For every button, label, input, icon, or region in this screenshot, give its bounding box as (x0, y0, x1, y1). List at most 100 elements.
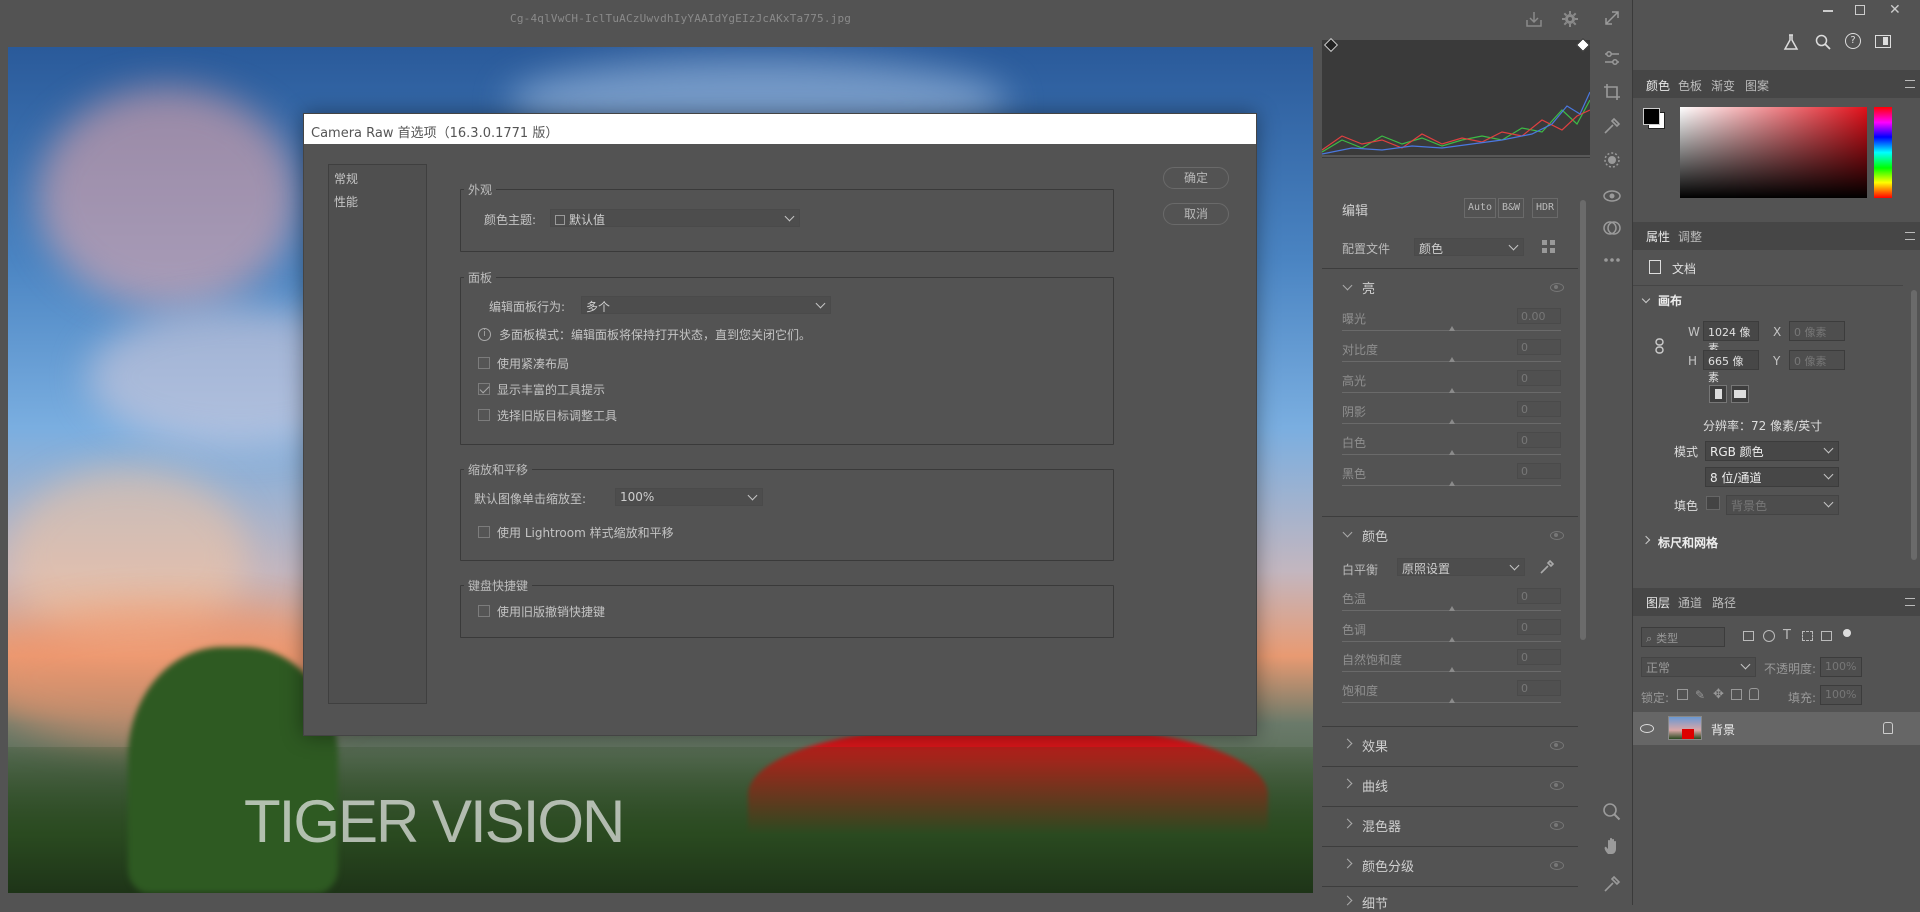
hue-slider[interactable] (1874, 107, 1892, 198)
mask-icon[interactable] (1602, 150, 1622, 170)
gear-icon[interactable] (1561, 10, 1579, 28)
eyedropper-icon[interactable] (1539, 559, 1555, 575)
smart-filter-icon[interactable] (1821, 631, 1832, 641)
tab-color[interactable]: 颜色 (1646, 77, 1670, 94)
slider-thumb[interactable] (1449, 606, 1455, 611)
filter-toggle-icon[interactable] (1843, 629, 1851, 637)
panel-menu-icon[interactable] (1905, 80, 1915, 88)
flask-icon[interactable] (1783, 34, 1799, 50)
eye-icon[interactable] (1550, 861, 1564, 870)
help-icon[interactable]: ? (1845, 33, 1861, 49)
save-icon[interactable] (1525, 10, 1543, 28)
layer-name[interactable]: 背景 (1711, 721, 1735, 738)
fill-opacity-input[interactable]: 100% (1820, 685, 1862, 705)
lock-image-icon[interactable]: ✎ (1695, 688, 1705, 702)
lock-artboard-icon[interactable] (1731, 689, 1742, 700)
bw-button[interactable]: B&W (1498, 198, 1525, 218)
chevron-right-icon[interactable] (1342, 818, 1353, 829)
chevron-right-icon[interactable] (1342, 778, 1353, 789)
color-sampler-icon[interactable] (1602, 874, 1622, 894)
tab-adjustments[interactable]: 调整 (1678, 228, 1702, 245)
eye-icon[interactable] (1550, 781, 1564, 790)
hdr-button[interactable]: HDR (1532, 198, 1559, 218)
cancel-button[interactable]: 取消 (1163, 203, 1229, 225)
mode-select[interactable]: RGB 颜色 (1705, 441, 1839, 461)
fill-swatch[interactable] (1706, 496, 1720, 510)
image-filter-icon[interactable] (1743, 631, 1754, 641)
chevron-down-icon[interactable] (1641, 294, 1651, 304)
profile-select[interactable]: 颜色 (1414, 238, 1524, 256)
nav-item-general[interactable]: 常规 (334, 170, 358, 187)
slider-thumb[interactable] (1449, 357, 1455, 362)
presets-icon[interactable] (1602, 218, 1622, 238)
section-title[interactable]: 颜色分级 (1362, 856, 1414, 875)
portrait-orientation-icon[interactable] (1709, 385, 1727, 403)
panel-menu-icon[interactable] (1905, 598, 1915, 606)
width-input[interactable]: 1024 像素 (1703, 321, 1759, 355)
auto-button[interactable]: Auto (1464, 198, 1497, 218)
more-icon[interactable] (1602, 250, 1622, 270)
workspace-icon[interactable] (1875, 35, 1891, 48)
tab-layers[interactable]: 图层 (1646, 594, 1670, 611)
depth-select[interactable]: 8 位/通道 (1705, 467, 1839, 487)
slider-thumb[interactable] (1449, 481, 1455, 486)
eye-icon[interactable] (1550, 531, 1564, 540)
wb-select[interactable]: 原照设置 (1397, 558, 1525, 576)
chevron-right-icon[interactable] (1641, 535, 1651, 545)
y-input[interactable]: 0 像素 (1789, 350, 1845, 370)
panel-scrollbar[interactable] (1580, 200, 1586, 640)
section-title[interactable]: 效果 (1362, 736, 1388, 755)
eye-icon[interactable] (1550, 821, 1564, 830)
adjustment-filter-icon[interactable] (1763, 630, 1775, 642)
eye-icon[interactable] (1550, 741, 1564, 750)
zoom-icon[interactable] (1602, 802, 1622, 822)
theme-select[interactable]: 默认值 (550, 209, 800, 227)
search-icon[interactable] (1815, 34, 1831, 50)
slider-value[interactable]: 0 (1517, 619, 1561, 635)
blend-mode-select[interactable]: 正常 (1641, 657, 1756, 677)
section-title[interactable]: 混色器 (1362, 816, 1401, 835)
tab-channels[interactable]: 通道 (1678, 594, 1702, 611)
slider-thumb[interactable] (1449, 450, 1455, 455)
light-title[interactable]: 亮 (1362, 278, 1375, 297)
redeye-icon[interactable] (1602, 186, 1622, 206)
profile-browser-icon[interactable] (1542, 240, 1556, 254)
color-field[interactable] (1680, 107, 1867, 198)
restore-icon[interactable] (1855, 5, 1865, 15)
tab-patterns[interactable]: 图案 (1745, 77, 1769, 94)
shape-filter-icon[interactable] (1802, 631, 1813, 641)
properties-scrollbar[interactable] (1911, 290, 1917, 560)
slider-value[interactable]: 0 (1517, 339, 1561, 355)
link-icon[interactable] (1655, 338, 1665, 354)
ok-button[interactable]: 确定 (1163, 167, 1229, 189)
heal-brush-icon[interactable] (1602, 116, 1622, 136)
close-icon[interactable]: ✕ (1889, 3, 1901, 17)
chevron-right-icon[interactable] (1342, 738, 1353, 749)
crop-icon[interactable] (1602, 82, 1622, 102)
tab-gradients[interactable]: 渐变 (1711, 77, 1735, 94)
slider-value[interactable]: 0.00 (1517, 308, 1561, 324)
canvas-section-title[interactable]: 画布 (1658, 292, 1682, 309)
edit-sliders-icon[interactable] (1602, 48, 1622, 68)
lock-pixels-icon[interactable] (1677, 689, 1688, 700)
hand-icon[interactable] (1602, 836, 1622, 856)
slider-thumb[interactable] (1449, 637, 1455, 642)
tooltips-checkbox[interactable] (478, 383, 490, 395)
panel-menu-icon[interactable] (1905, 232, 1915, 240)
slider-value[interactable]: 0 (1517, 370, 1561, 386)
lightroom-zoom-checkbox[interactable] (478, 526, 490, 538)
slider-value[interactable]: 0 (1517, 401, 1561, 417)
slider-value[interactable]: 0 (1517, 588, 1561, 604)
chevron-down-icon[interactable] (1342, 280, 1353, 291)
fill-select[interactable]: 背景色 (1726, 495, 1839, 515)
opacity-input[interactable]: 100% (1820, 657, 1862, 677)
height-input[interactable]: 665 像素 (1703, 350, 1759, 384)
expand-icon[interactable] (1602, 8, 1622, 28)
foreground-swatch[interactable] (1643, 108, 1660, 125)
behavior-select[interactable]: 多个 (581, 296, 831, 314)
section-title[interactable]: 细节 (1362, 893, 1388, 912)
minimize-icon[interactable] (1823, 10, 1833, 12)
tab-paths[interactable]: 路径 (1712, 594, 1736, 611)
section-title[interactable]: 曲线 (1362, 776, 1388, 795)
rulers-section-title[interactable]: 标尺和网格 (1658, 534, 1718, 551)
